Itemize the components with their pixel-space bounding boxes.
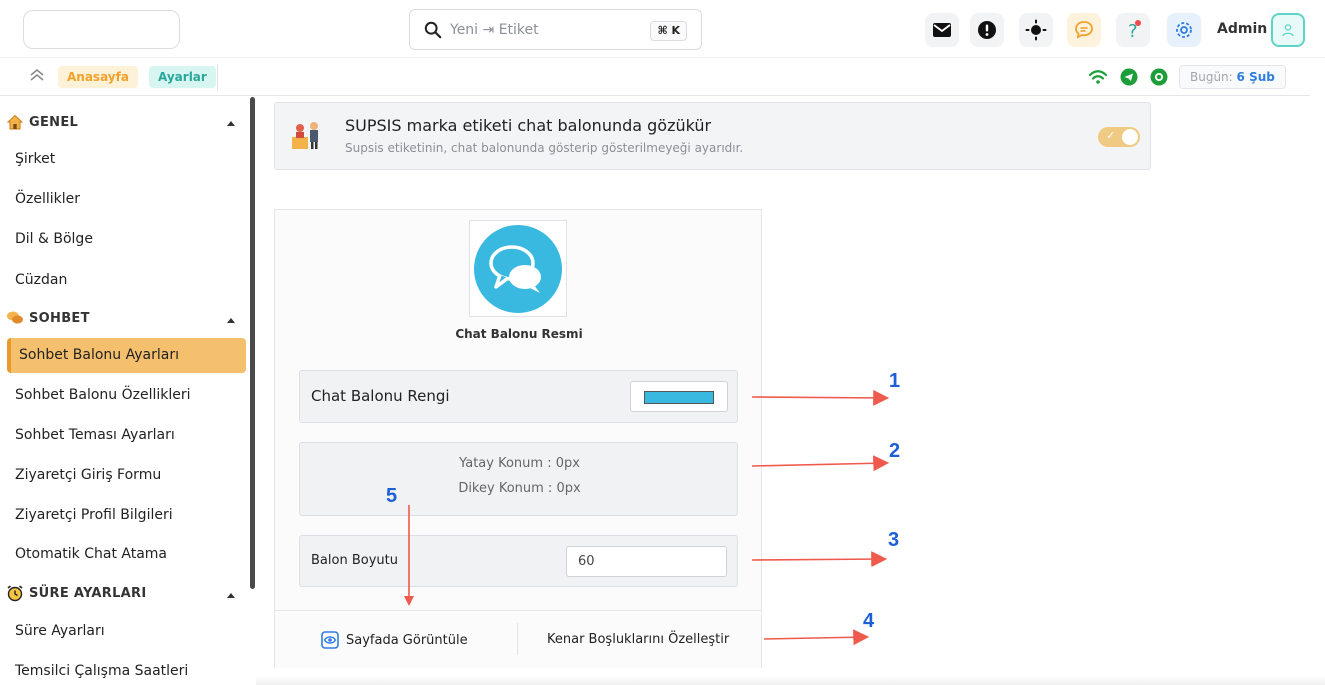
color-swatch	[644, 391, 714, 404]
toggle-knob	[1122, 129, 1138, 145]
sidebar-item-ozellikler[interactable]: Özellikler	[15, 191, 80, 207]
arrow-2	[751, 455, 890, 472]
sidebar-item-sohbet-balonu-ozellikleri[interactable]: Sohbet Balonu Özellikleri	[15, 387, 191, 403]
sidebar-scrollbar[interactable]	[250, 97, 255, 589]
bubble-size-row: Balon Boyutu 60	[299, 535, 738, 587]
search-placeholder: Yeni ⇥ Etiket	[450, 21, 539, 38]
bubble-color-picker[interactable]	[630, 381, 728, 412]
sub-bar: Anasayfa Ayarlar Bugün: 6 Şub	[0, 58, 1310, 96]
section-sure-title: SÜRE AYARLARI	[29, 585, 147, 601]
annotation-1: 1	[889, 370, 901, 392]
today-label: Bugün:	[1190, 70, 1233, 84]
bubble-color-row: Chat Balonu Rengi	[299, 370, 738, 423]
sidebar-item-sure-ayarlari[interactable]: Süre Ayarları	[15, 623, 105, 639]
settings-button[interactable]	[1167, 13, 1201, 47]
branding-toggle[interactable]: ✓	[1098, 127, 1140, 147]
breadcrumb-home[interactable]: Anasayfa	[58, 66, 138, 88]
alert-button[interactable]	[970, 13, 1004, 47]
section-sohbet[interactable]: SOHBET	[6, 307, 90, 329]
breadcrumb-settings[interactable]: Ayarlar	[149, 66, 216, 88]
collapse-up-icon[interactable]	[28, 66, 46, 84]
caret-up-icon[interactable]	[226, 590, 236, 600]
mail-icon	[933, 23, 951, 37]
today-value: 6 Şub	[1236, 70, 1275, 84]
settings-icon	[1176, 22, 1192, 38]
support-desk-icon	[292, 122, 318, 149]
annotation-3: 3	[888, 529, 900, 551]
sidebar-item-sohbet-balonu-ayarlari[interactable]: Sohbet Balonu Ayarları	[7, 338, 246, 373]
arrow-4	[763, 629, 870, 646]
bottom-shadow	[256, 675, 1325, 685]
annotation-2: 2	[889, 440, 901, 462]
theme-button[interactable]	[1019, 13, 1053, 47]
home-icon	[6, 114, 24, 130]
caret-up-icon[interactable]	[226, 315, 236, 325]
bubble-position-row[interactable]: Yatay Konum : 0px Dikey Konum : 0px	[299, 442, 738, 516]
sidebar-item-sirket[interactable]: Şirket	[15, 151, 55, 167]
eye-icon	[321, 631, 339, 649]
today-date: Bugün: 6 Şub	[1179, 65, 1286, 89]
sidebar-item-label: Sohbet Balonu Ayarları	[19, 347, 179, 363]
search-box[interactable]: Yeni ⇥ Etiket ⌘ K	[409, 9, 702, 50]
chat-bubble-image-label: Chat Balonu Resmi	[455, 327, 583, 341]
telegram-status[interactable]	[1118, 66, 1140, 88]
chat-bubble-settings-panel: Chat Balonu Resmi Chat Balonu Rengi Yata…	[274, 209, 762, 668]
annotation-5: 5	[386, 485, 398, 507]
whatsapp-status[interactable]	[1148, 66, 1170, 88]
section-genel[interactable]: GENEL	[6, 111, 78, 133]
panel-footer: Sayfada Görüntüle Kenar Boşluklarını Öze…	[275, 610, 761, 668]
section-sohbet-title: SOHBET	[29, 310, 90, 326]
sidebar-item-otomatik-chat-atama[interactable]: Otomatik Chat Atama	[15, 546, 167, 562]
user-icon	[1282, 24, 1294, 37]
section-sure-ayarlari[interactable]: SÜRE AYARLARI	[6, 582, 147, 604]
check-icon: ✓	[1106, 130, 1116, 142]
sidebar-item-ziyaretci-profil-bilgileri[interactable]: Ziyaretçi Profil Bilgileri	[15, 507, 173, 523]
top-bar: Yeni ⇥ Etiket ⌘ K ? Admin	[0, 0, 1325, 58]
sidebar-item-temsilci-calisma-saatleri[interactable]: Temsilci Çalışma Saatleri	[15, 663, 188, 679]
bubble-size-label: Balon Boyutu	[311, 553, 398, 568]
chat-bubble-image-upload[interactable]	[469, 220, 567, 317]
sidebar-item-cuzdan[interactable]: Cüzdan	[15, 272, 67, 288]
bubble-color-label: Chat Balonu Rengi	[311, 387, 450, 405]
preview-on-page-button[interactable]: Sayfada Görüntüle	[321, 631, 468, 649]
admin-name[interactable]: Admin	[1217, 21, 1267, 37]
arrow-3	[751, 551, 888, 568]
chat-bubble-image	[474, 225, 562, 313]
customize-margins-button[interactable]: Kenar Boşluklarını Özelleştir	[547, 632, 729, 647]
mail-button[interactable]	[925, 13, 959, 47]
caret-up-icon[interactable]	[226, 118, 236, 128]
annotation-4: 4	[863, 610, 875, 632]
section-genel-title: GENEL	[29, 114, 79, 130]
bubble-size-input[interactable]: 60	[566, 546, 727, 577]
wifi-icon	[1089, 70, 1107, 84]
help-button[interactable]: ?	[1116, 13, 1150, 47]
help-icon: ?	[1128, 20, 1141, 41]
preview-on-page-label: Sayfada Görüntüle	[346, 632, 468, 648]
telegram-icon	[1120, 68, 1138, 86]
horizontal-position-text: Yatay Konum : 0px	[459, 456, 580, 471]
whatsapp-icon	[1150, 68, 1168, 86]
search-shortcut: ⌘ K	[650, 21, 687, 41]
branding-setting-card: SUPSIS marka etiketi chat balonunda gözü…	[274, 102, 1151, 170]
chat-button[interactable]	[1067, 13, 1101, 47]
logo-placeholder[interactable]	[23, 10, 180, 49]
sidebar-item-ziyaretci-giris-formu[interactable]: Ziyaretçi Giriş Formu	[15, 467, 161, 483]
vertical-position-text: Dikey Konum : 0px	[458, 481, 581, 496]
theme-icon	[1025, 19, 1047, 41]
sidebar-item-dil-bolge[interactable]: Dil & Bölge	[15, 231, 93, 247]
chat-icon	[1075, 21, 1093, 39]
wifi-status[interactable]	[1087, 66, 1109, 88]
chat-bubbles-icon	[7, 311, 23, 324]
avatar[interactable]	[1271, 13, 1305, 47]
breadcrumb-divider	[217, 64, 218, 90]
search-icon	[424, 21, 442, 38]
arrow-1	[751, 389, 890, 406]
alert-icon	[978, 21, 996, 39]
branding-title: SUPSIS marka etiketi chat balonunda gözü…	[345, 116, 712, 135]
footer-divider	[517, 623, 518, 655]
sidebar-item-sohbet-temasi-ayarlari[interactable]: Sohbet Teması Ayarları	[15, 427, 175, 443]
alarm-clock-icon	[7, 585, 23, 602]
branding-subtitle: Supsis etiketinin, chat balonunda göster…	[345, 141, 744, 155]
